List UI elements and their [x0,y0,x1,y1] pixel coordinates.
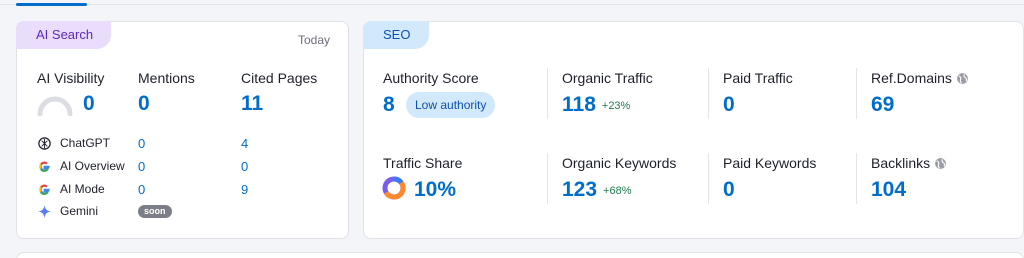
organic-traffic-figure: 118 +23% [562,93,630,117]
ref-domains-label: Ref.Domains [871,70,952,86]
ai-mode-cited[interactable]: 9 [241,182,248,197]
divider [856,68,857,119]
organic-keywords-delta: +68% [603,185,632,197]
divider [856,153,857,204]
organic-traffic-label: Organic Traffic [562,70,653,86]
backlinks-label-wrap: Backlinks [871,155,947,171]
organic-keywords-figure: 123 +68% [562,178,632,202]
ai-search-tag: AI Search [16,21,112,49]
active-tab-indicator [16,3,87,6]
source-name: Gemini [60,204,99,218]
source-row-gemini: Gemini [37,203,137,221]
source-name: AI Mode [60,182,105,196]
ref-domains-value[interactable]: 69 [871,93,894,117]
chatgpt-cited[interactable]: 4 [241,136,248,151]
organic-traffic-value[interactable]: 118 [562,93,596,116]
cited-pages-value[interactable]: 11 [241,92,263,116]
google-icon [39,184,50,195]
ref-domains-label-wrap: Ref.Domains [871,70,969,86]
authority-score-label: Authority Score [383,70,479,86]
backlinks-value[interactable]: 104 [871,178,906,202]
divider [547,153,548,204]
ai-mode-mentions[interactable]: 0 [138,182,145,197]
traffic-share-value[interactable]: 10% [414,178,456,202]
source-row-ai-mode: AI Mode [37,181,297,199]
ai-overview-mentions[interactable]: 0 [138,159,145,174]
ai-visibility-label: AI Visibility [37,70,105,86]
mentions-value[interactable]: 0 [138,92,150,116]
gemini-icon [37,204,52,219]
paid-keywords-label: Paid Keywords [723,155,817,171]
google-icon [39,161,50,172]
paid-keywords-value[interactable]: 0 [723,178,735,202]
organic-keywords-value[interactable]: 123 [562,178,597,201]
traffic-share-label: Traffic Share [383,155,463,171]
globe-icon[interactable] [956,72,969,85]
divider [708,153,709,204]
source-row-chatgpt: ChatGPT [37,135,297,153]
authority-score-value[interactable]: 8 [383,93,395,117]
traffic-share-donut-icon [382,176,406,200]
date-label: Today [297,33,330,47]
seo-card: SEO [363,21,1024,239]
chatgpt-icon [38,137,51,150]
source-name: AI Overview [60,159,125,173]
mentions-label: Mentions [138,70,195,86]
paid-traffic-label: Paid Traffic [723,70,793,86]
organic-keywords-label: Organic Keywords [562,155,677,171]
authority-badge: Low authority [406,92,496,118]
divider [708,68,709,119]
seo-tag: SEO [363,21,430,49]
chatgpt-mentions[interactable]: 0 [138,136,145,151]
backlinks-label: Backlinks [871,155,931,171]
soon-badge: soon [138,205,172,218]
next-card-edge [16,252,1024,258]
visibility-gauge-icon [37,96,73,116]
globe-icon[interactable] [934,157,947,170]
cited-pages-label: Cited Pages [241,70,318,86]
ai-overview-cited[interactable]: 0 [241,159,248,174]
source-row-ai-overview: AI Overview [37,158,297,176]
source-name: ChatGPT [60,136,111,150]
top-tabs-border [0,4,1024,5]
divider [547,68,548,119]
ai-visibility-value[interactable]: 0 [83,92,95,116]
organic-traffic-delta: +23% [601,100,631,112]
paid-traffic-value[interactable]: 0 [723,93,735,117]
